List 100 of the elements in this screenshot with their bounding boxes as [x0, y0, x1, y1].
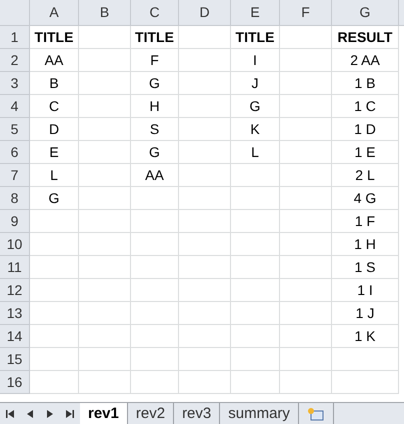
table-cell: F [131, 49, 179, 72]
row-header[interactable]: 2 [0, 49, 30, 72]
table-cell: 1 B [332, 72, 399, 95]
column-header[interactable]: G [332, 0, 399, 25]
table-cell [179, 187, 231, 210]
table-cell [30, 302, 79, 325]
column-header[interactable]: C [131, 0, 179, 25]
table-cell: S [131, 118, 179, 141]
table-cell [179, 26, 231, 49]
table-cell [30, 371, 79, 394]
row-header[interactable]: 16 [0, 371, 30, 394]
table-cell [131, 348, 179, 371]
table-cell [131, 279, 179, 302]
table-cell: 1 K [332, 325, 399, 348]
table-cell [179, 49, 231, 72]
table-cell [131, 325, 179, 348]
table-cell [79, 348, 131, 371]
table-cell [79, 164, 131, 187]
row-header[interactable]: 7 [0, 164, 30, 187]
table-cell [131, 210, 179, 233]
column-header[interactable]: B [79, 0, 131, 25]
table-cell [280, 49, 332, 72]
table-cell: AA [30, 49, 79, 72]
row-header[interactable]: 5 [0, 118, 30, 141]
table-cell: E [30, 141, 79, 164]
row-header[interactable]: 8 [0, 187, 30, 210]
table-cell [280, 325, 332, 348]
table-cell [332, 348, 399, 371]
table-cell [79, 210, 131, 233]
table-cell [280, 256, 332, 279]
table-cell [179, 233, 231, 256]
table-cell [131, 233, 179, 256]
table-cell [79, 325, 131, 348]
table-cell [179, 371, 231, 394]
table-cell [179, 72, 231, 95]
table-cell: J [231, 72, 280, 95]
row-header[interactable]: 3 [0, 72, 30, 95]
table-cell: TITLE [131, 26, 179, 49]
table-cell [79, 26, 131, 49]
table-cell: H [131, 95, 179, 118]
table-cell [30, 233, 79, 256]
table-cell [79, 72, 131, 95]
table-cell [79, 233, 131, 256]
table-cell: 1 D [332, 118, 399, 141]
table-cell [231, 210, 280, 233]
table-cell [231, 164, 280, 187]
table-cell [79, 279, 131, 302]
column-header[interactable]: D [179, 0, 231, 25]
table-cell: G [131, 141, 179, 164]
table-cell [179, 325, 231, 348]
table-cell [131, 187, 179, 210]
table-cell: AA [131, 164, 179, 187]
table-cell: 1 J [332, 302, 399, 325]
table-cell [280, 371, 332, 394]
table-cell [280, 233, 332, 256]
table-cell [280, 141, 332, 164]
table-cell [280, 279, 332, 302]
row-header[interactable]: 15 [0, 348, 30, 371]
table-cell [231, 371, 280, 394]
table-cell: K [231, 118, 280, 141]
table-cell: L [30, 164, 79, 187]
table-cell [79, 371, 131, 394]
row-header[interactable]: 6 [0, 141, 30, 164]
table-cell: G [30, 187, 79, 210]
table-cell [179, 302, 231, 325]
table-cell [280, 164, 332, 187]
row-header[interactable]: 9 [0, 210, 30, 233]
table-cell [231, 348, 280, 371]
table-cell: D [30, 118, 79, 141]
table-cell [280, 348, 332, 371]
table-cell [179, 279, 231, 302]
table-cell [79, 187, 131, 210]
table-cell [179, 95, 231, 118]
row-header[interactable]: 4 [0, 95, 30, 118]
table-cell: C [30, 95, 79, 118]
table-cell [280, 187, 332, 210]
table-cell: 4 G [332, 187, 399, 210]
table-cell [79, 256, 131, 279]
row-header[interactable]: 1 [0, 26, 30, 49]
table-cell: G [231, 95, 280, 118]
table-cell [30, 279, 79, 302]
column-header[interactable]: E [231, 0, 280, 25]
row-header[interactable]: 10 [0, 233, 30, 256]
table-cell: G [131, 72, 179, 95]
row-header[interactable]: 13 [0, 302, 30, 325]
table-cell: 1 I [332, 279, 399, 302]
table-cell [79, 141, 131, 164]
table-cell [332, 371, 399, 394]
sheet-tab[interactable]: rev1 [80, 402, 128, 424]
row-header[interactable]: 12 [0, 279, 30, 302]
table-cell [79, 302, 131, 325]
table-cell [179, 141, 231, 164]
row-header[interactable]: 11 [0, 256, 30, 279]
table-cell [79, 118, 131, 141]
table-cell [179, 210, 231, 233]
table-cell [231, 256, 280, 279]
column-header[interactable]: F [280, 0, 332, 25]
table-cell [231, 302, 280, 325]
row-header[interactable]: 14 [0, 325, 30, 348]
column-header[interactable]: A [30, 0, 79, 25]
